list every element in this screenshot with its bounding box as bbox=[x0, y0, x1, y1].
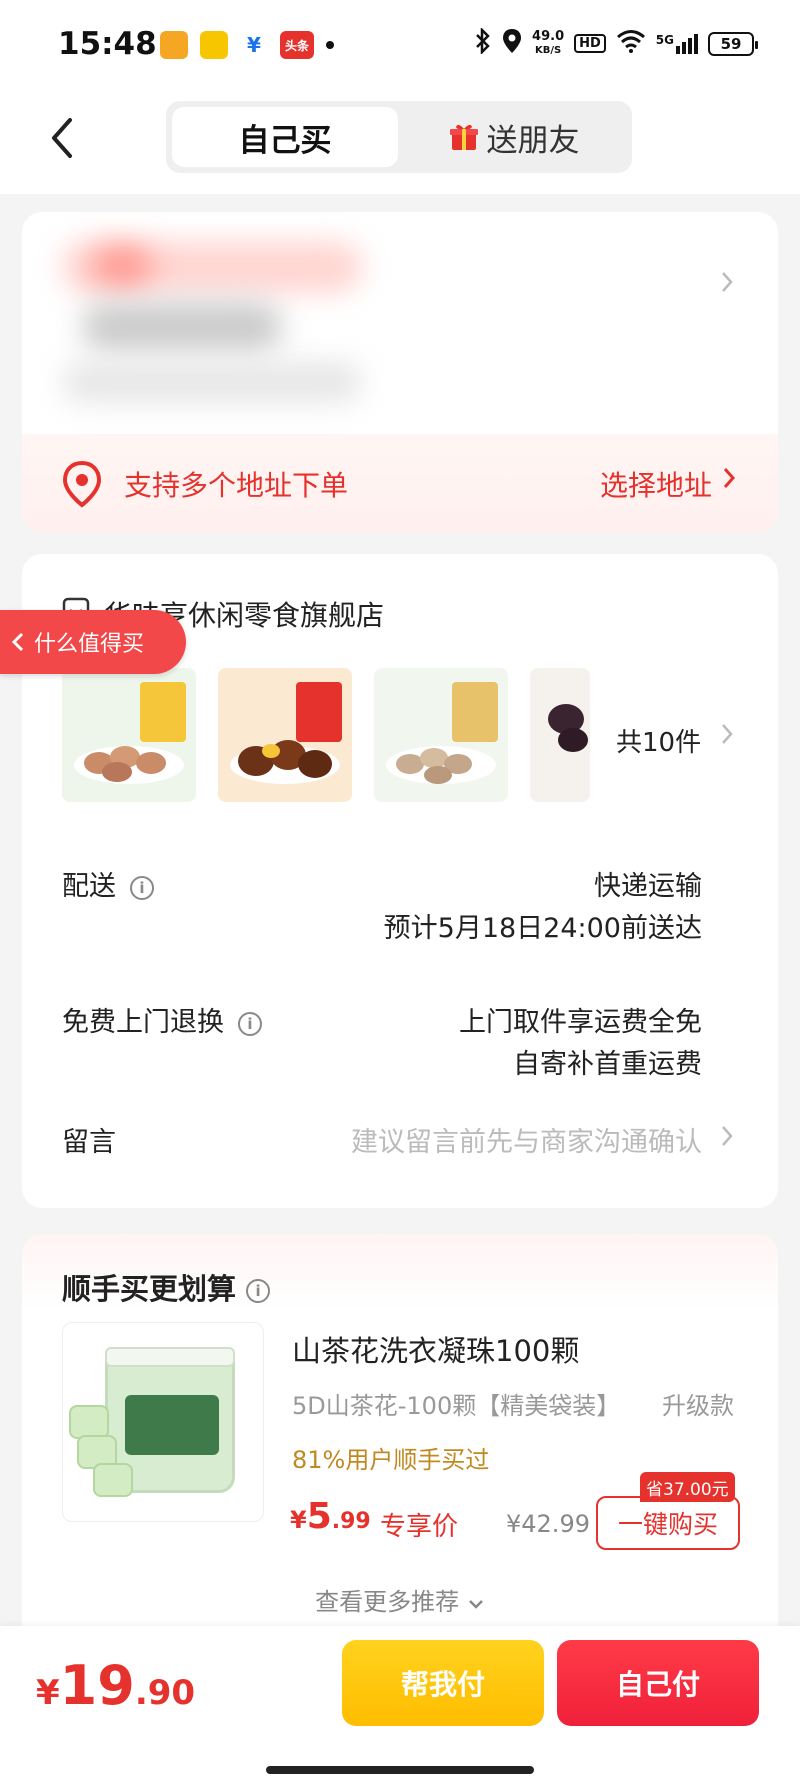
battery-level: 59 bbox=[720, 34, 742, 53]
message-input[interactable]: 建议留言前先与商家沟通确认 bbox=[351, 1120, 702, 1159]
savings-badge: 省37.00元 bbox=[640, 1472, 735, 1502]
product-thumb-eggs[interactable] bbox=[218, 668, 352, 802]
recommend-title: 顺手买更划算 bbox=[62, 1272, 237, 1306]
delivery-eta: 预计5月18日24:00前送达 bbox=[383, 913, 702, 944]
blurred-address-line1 bbox=[82, 302, 282, 352]
product-thumb-almonds[interactable] bbox=[374, 668, 508, 802]
recommend-title-row: 顺手买更划算 i bbox=[62, 1266, 271, 1308]
gift-icon bbox=[449, 124, 478, 150]
network-type: 5G bbox=[655, 32, 674, 47]
notification-dot-icon bbox=[326, 41, 334, 49]
multi-address-label: 支持多个地址下单 bbox=[124, 469, 349, 502]
returns-line1: 上门取件享运费全免 bbox=[459, 1007, 702, 1038]
float-tag-label: 什么值得买 bbox=[34, 632, 145, 657]
battery-icon: 59 bbox=[708, 31, 758, 56]
status-indicators: 49.0 KB/S HD 5G 59 bbox=[474, 26, 758, 59]
signal-icon: 5G bbox=[655, 32, 698, 54]
checkout-bar: ¥19.90 帮我付 自己付 bbox=[0, 1626, 800, 1786]
tab-gift-friend[interactable]: 送朋友 bbox=[402, 107, 626, 167]
delivery-method: 快递运输 bbox=[594, 871, 702, 902]
recommend-price-currency: ¥ bbox=[290, 1506, 307, 1534]
recommend-bought-pct: 81%用户顺手买过 bbox=[292, 1446, 490, 1474]
item-count[interactable]: 共10件 bbox=[616, 722, 701, 759]
back-button[interactable] bbox=[42, 110, 82, 166]
chevron-left-icon bbox=[11, 632, 24, 652]
self-pay-button[interactable]: 自己付 bbox=[557, 1640, 759, 1726]
recommend-product-image[interactable] bbox=[62, 1322, 264, 1522]
item-count-chevron-icon bbox=[722, 724, 733, 744]
chevron-down-icon bbox=[468, 1600, 483, 1609]
multi-address-bar[interactable]: 支持多个地址下单 选择地址 bbox=[22, 434, 778, 532]
bluetooth-icon bbox=[474, 26, 492, 59]
recommend-info-icon[interactable]: i bbox=[246, 1279, 271, 1303]
wifi-icon bbox=[616, 29, 646, 58]
returns-info-icon[interactable]: i bbox=[238, 1011, 262, 1036]
address-card[interactable]: 支持多个地址下单 选择地址 bbox=[22, 212, 778, 532]
home-indicator[interactable] bbox=[266, 1766, 534, 1774]
total-price: ¥19.90 bbox=[36, 1654, 195, 1717]
select-address-chevron-icon bbox=[723, 468, 736, 488]
back-arrow-icon bbox=[52, 118, 72, 158]
select-address-link[interactable]: 选择地址 bbox=[600, 464, 712, 504]
original-price: ¥42.99 bbox=[506, 1510, 590, 1538]
location-icon bbox=[502, 28, 522, 59]
net-speed-unit: KB/S bbox=[534, 44, 562, 56]
recommend-card: 顺手买更划算 i 山茶花洗衣凝珠100颗 5D山茶花-100颗【精美袋装】 升级款… bbox=[22, 1234, 778, 1654]
total-int: 19 bbox=[59, 1654, 135, 1717]
more-recommendations-link[interactable]: 查看更多推荐 bbox=[22, 1582, 778, 1617]
recommend-price: ¥5.99 bbox=[290, 1496, 371, 1537]
smzdm-float-tag[interactable]: 什么值得买 bbox=[0, 610, 186, 674]
returns-label-row: 免费上门退换 i bbox=[62, 1000, 262, 1039]
toutiao-app-icon: 头条 bbox=[280, 31, 314, 59]
location-pin-icon bbox=[62, 460, 102, 508]
exclusive-price-label: 专享价 bbox=[380, 1512, 459, 1542]
product-thumbnails[interactable] bbox=[62, 668, 590, 802]
net-speed: 49.0 KB/S bbox=[532, 28, 565, 58]
message-label: 留言 bbox=[62, 1127, 116, 1158]
total-dec: .90 bbox=[134, 1673, 196, 1713]
blurred-address-line2 bbox=[62, 362, 362, 402]
recommend-product-variant: 升级款 bbox=[662, 1392, 734, 1420]
header: 自己买 送朋友 bbox=[0, 92, 800, 194]
payment-app-icon: ¥ bbox=[240, 31, 268, 59]
returns-label: 免费上门退换 bbox=[62, 1007, 224, 1038]
one-click-buy-button[interactable]: 一键购买 bbox=[596, 1496, 740, 1550]
returns-line2: 自寄补首重运费 bbox=[513, 1049, 702, 1080]
net-speed-value: 49.0 bbox=[532, 28, 565, 44]
recommend-price-int: 5 bbox=[306, 1496, 332, 1537]
recommend-price-dec: .99 bbox=[331, 1509, 371, 1534]
recommend-product-name[interactable]: 山茶花洗衣凝珠100颗 bbox=[292, 1328, 579, 1370]
address-chevron-icon bbox=[722, 272, 733, 292]
help-me-pay-button[interactable]: 帮我付 bbox=[342, 1640, 544, 1726]
recommend-product-spec: 5D山茶花-100颗【精美袋装】 bbox=[292, 1392, 621, 1420]
taxi-app-icon bbox=[200, 31, 228, 59]
product-thumb-peanuts[interactable] bbox=[62, 668, 196, 802]
tab-gift-label: 送朋友 bbox=[486, 122, 580, 159]
hd-badge: HD bbox=[574, 34, 606, 53]
product-thumb-prunes[interactable] bbox=[530, 668, 590, 802]
blurred-address-tag bbox=[92, 246, 152, 286]
message-chevron-icon bbox=[722, 1126, 733, 1146]
delivery-label: 配送 bbox=[62, 871, 116, 902]
delivery-info-icon[interactable]: i bbox=[130, 875, 154, 900]
purchase-mode-tabs: 自己买 送朋友 bbox=[166, 101, 632, 173]
status-time: 15:48 bbox=[58, 26, 157, 62]
total-currency: ¥ bbox=[36, 1673, 60, 1713]
tab-self-buy[interactable]: 自己买 bbox=[172, 107, 398, 167]
status-bar: 15:48 ¥ 头条 49.0 KB/S HD 5G 59 bbox=[0, 0, 800, 92]
status-app-icons: ¥ 头条 bbox=[160, 31, 334, 59]
delivery-label-row: 配送 i bbox=[62, 864, 154, 903]
news-app-icon bbox=[160, 31, 188, 59]
more-recommendations-label: 查看更多推荐 bbox=[315, 1588, 460, 1616]
